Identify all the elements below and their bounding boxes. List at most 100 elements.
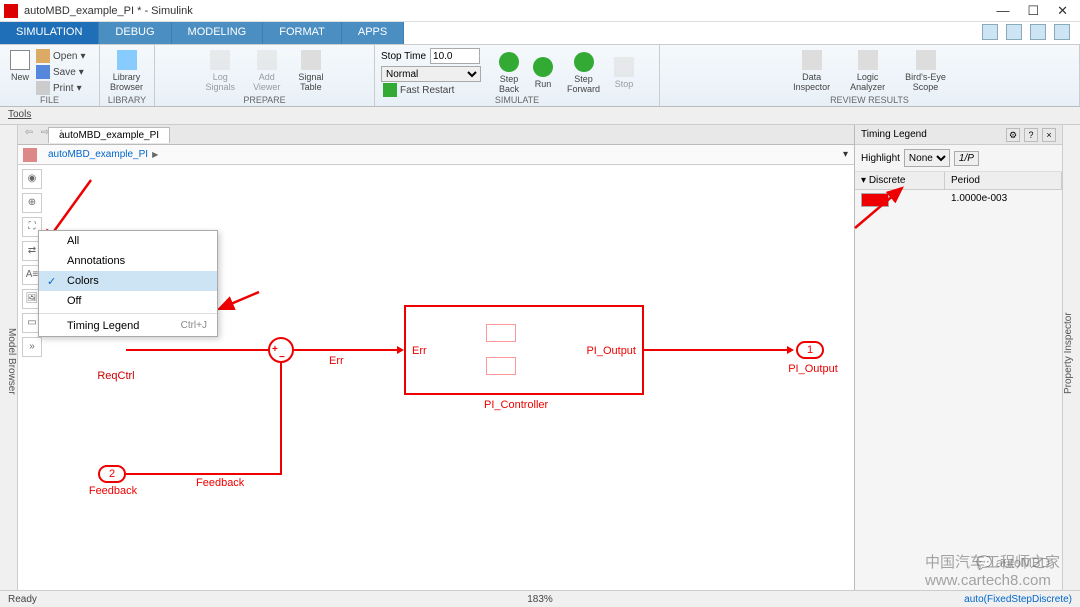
stop-label: Stop bbox=[615, 79, 634, 89]
simulate-group-label: SIMULATE bbox=[375, 95, 659, 105]
run-button[interactable]: Run bbox=[529, 55, 557, 91]
add-viewer-icon bbox=[257, 50, 277, 70]
watermark: 中国汽车工程师之家www.cartech8.com bbox=[925, 551, 1060, 589]
property-inspector-panel[interactable]: Property Inspector bbox=[1062, 125, 1080, 590]
model-browser-panel[interactable]: Model Browser bbox=[0, 125, 18, 590]
pi-controller-label: PI_Controller bbox=[484, 399, 548, 411]
pi-controller-block[interactable]: Err PI_Output bbox=[404, 305, 644, 395]
signal-table-icon bbox=[301, 50, 321, 70]
timing-gear-icon[interactable]: ⚙ bbox=[1006, 128, 1020, 142]
step-forward-button[interactable]: Step Forward bbox=[563, 50, 604, 96]
menu-off-label: Off bbox=[67, 295, 81, 307]
prepare-group-label: PREPARE bbox=[155, 95, 374, 105]
pi-output-port[interactable]: 1 bbox=[796, 341, 824, 359]
save-label: Save bbox=[53, 67, 76, 78]
menu-off[interactable]: Off bbox=[39, 291, 217, 311]
timing-help-icon[interactable]: ? bbox=[1024, 128, 1038, 142]
maximize-button[interactable]: ☐ bbox=[1027, 3, 1039, 19]
tab-apps[interactable]: APPS bbox=[342, 22, 404, 44]
qat-save-icon[interactable] bbox=[982, 24, 998, 40]
open-label: Open bbox=[53, 51, 77, 62]
menu-annotations[interactable]: Annotations bbox=[39, 251, 217, 271]
sample-time-context-menu: All Annotations ✓Colors Off Timing Legen… bbox=[38, 230, 218, 337]
qat-help-icon[interactable] bbox=[1054, 24, 1070, 40]
save-button[interactable]: Save▾ bbox=[34, 64, 93, 80]
output-arrowhead-icon bbox=[787, 346, 794, 354]
model-prop-icon[interactable]: » bbox=[22, 337, 42, 357]
breadcrumb-arrow-icon[interactable]: ▶ bbox=[152, 150, 158, 159]
breadcrumb-dropdown-icon[interactable]: ▾ bbox=[843, 149, 848, 160]
library-browser-button[interactable]: Library Browser bbox=[106, 48, 147, 94]
simulation-mode-select[interactable]: Normal bbox=[381, 66, 481, 82]
qat-undo-icon[interactable] bbox=[1006, 24, 1022, 40]
logic-analyzer-label: Logic Analyzer bbox=[850, 72, 885, 92]
open-button[interactable]: Open▾ bbox=[34, 48, 93, 64]
data-inspector-icon bbox=[802, 50, 822, 70]
timing-close-icon[interactable]: × bbox=[1042, 128, 1056, 142]
step-back-button[interactable]: Step Back bbox=[495, 50, 523, 96]
vp-button[interactable]: 1/P bbox=[954, 151, 979, 166]
save-icon bbox=[36, 65, 50, 79]
window-title: autoMBD_example_PI * - Simulink bbox=[24, 5, 996, 17]
minimize-button[interactable]: — bbox=[996, 3, 1009, 19]
feedback-inport[interactable]: 2 bbox=[98, 465, 126, 483]
qat-redo-icon[interactable] bbox=[1030, 24, 1046, 40]
step-back-label: Step Back bbox=[499, 74, 519, 94]
nav-up-icon[interactable]: ↑ bbox=[54, 127, 68, 141]
inner-block1 bbox=[486, 324, 516, 342]
tools-bar: Tools bbox=[0, 107, 1080, 125]
tab-modeling[interactable]: MODELING bbox=[172, 22, 264, 44]
log-signals-icon bbox=[210, 50, 230, 70]
breadcrumb-item[interactable]: autoMBD_example_PI bbox=[48, 149, 148, 160]
review-group-label: REVIEW RESULTS bbox=[660, 95, 1079, 105]
nav-forward-icon[interactable]: ⇨ bbox=[38, 127, 52, 141]
highlight-row: Highlight None 1/P bbox=[855, 145, 1062, 172]
menu-shortcut: Ctrl+J bbox=[181, 320, 207, 332]
breadcrumb: autoMBD_example_PI ▶ ▾ bbox=[18, 145, 854, 165]
menu-colors[interactable]: ✓Colors bbox=[39, 271, 217, 291]
hide-browser-icon[interactable]: ◉ bbox=[22, 169, 42, 189]
log-signals-button[interactable]: Log Signals bbox=[202, 48, 240, 94]
reqctrl-wire bbox=[126, 349, 268, 351]
menu-timing-legend[interactable]: Timing Legend Ctrl+J bbox=[39, 316, 217, 336]
nav-back-icon[interactable]: ⇦ bbox=[22, 127, 36, 141]
menu-separator bbox=[39, 313, 217, 314]
feedback-label: Feedback bbox=[83, 485, 143, 497]
logic-analyzer-button[interactable]: Logic Analyzer bbox=[846, 48, 889, 94]
subsystem-preview bbox=[476, 319, 532, 381]
tab-format[interactable]: FORMAT bbox=[263, 22, 342, 44]
feedback-num: 2 bbox=[109, 468, 115, 480]
highlight-select[interactable]: None bbox=[904, 149, 950, 167]
data-inspector-label: Data Inspector bbox=[793, 72, 830, 92]
stop-time-input[interactable] bbox=[430, 48, 480, 64]
status-zoom[interactable]: 183% bbox=[527, 594, 553, 605]
model-canvas[interactable]: ReqCtrl 2 Feedback + − Err Feedback Err bbox=[46, 165, 854, 590]
print-button[interactable]: Print▾ bbox=[34, 80, 93, 96]
sum-minus-icon: − bbox=[279, 352, 285, 363]
tab-simulation[interactable]: SIMULATION bbox=[0, 22, 99, 44]
close-button[interactable]: ✕ bbox=[1057, 3, 1068, 19]
menu-all[interactable]: All bbox=[39, 231, 217, 251]
err-label: Err bbox=[329, 355, 344, 367]
signal-table-button[interactable]: Signal Table bbox=[294, 48, 327, 94]
print-label: Print bbox=[53, 83, 74, 94]
status-bar: Ready 183% auto(FixedStepDiscrete) bbox=[0, 590, 1080, 607]
zoom-icon[interactable]: ⊕ bbox=[22, 193, 42, 213]
status-mode[interactable]: auto(FixedStepDiscrete) bbox=[964, 594, 1072, 605]
new-button[interactable]: New bbox=[6, 48, 34, 96]
sum-block[interactable]: + − bbox=[268, 337, 294, 363]
birds-eye-button[interactable]: Bird's-Eye Scope bbox=[901, 48, 950, 94]
stop-button[interactable]: Stop bbox=[610, 55, 638, 91]
tab-debug[interactable]: DEBUG bbox=[99, 22, 171, 44]
annotation-arrow-menu bbox=[214, 287, 264, 320]
canvas-container: ⇦ ⇨ ↑ autoMBD_example_PI autoMBD_example… bbox=[18, 125, 854, 590]
menu-annotations-label: Annotations bbox=[67, 255, 125, 267]
add-viewer-button[interactable]: Add Viewer bbox=[249, 48, 284, 94]
library-label: Library Browser bbox=[110, 72, 143, 92]
inner-block2 bbox=[486, 357, 516, 375]
highlight-label: Highlight bbox=[861, 153, 900, 164]
data-inspector-button[interactable]: Data Inspector bbox=[789, 48, 834, 94]
step-forward-label: Step Forward bbox=[567, 74, 600, 94]
timing-legend-panel: Timing Legend ⚙ ? × Highlight None 1/P ▾… bbox=[854, 125, 1062, 590]
menu-timing-legend-label: Timing Legend bbox=[67, 320, 139, 332]
